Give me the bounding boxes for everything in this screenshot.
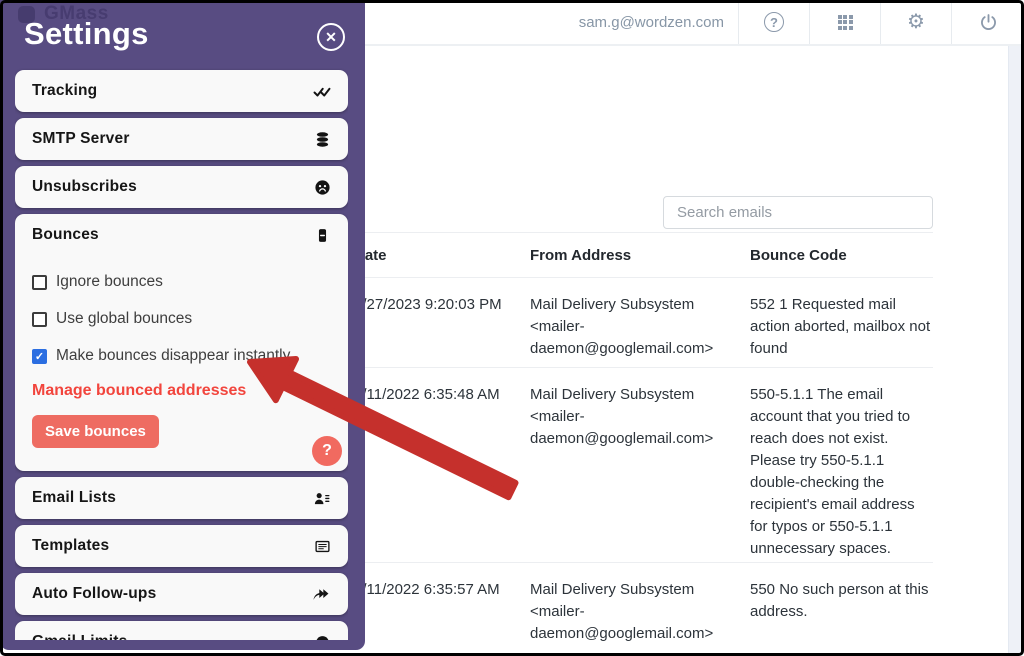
logout-button[interactable] bbox=[952, 0, 1024, 44]
close-button[interactable]: ✕ bbox=[317, 23, 345, 51]
checkbox-make-bounces-disappear[interactable]: ✓ Make bounces disappear instantly bbox=[32, 346, 348, 366]
person-list-icon bbox=[313, 490, 331, 507]
cell-date: 3/11/2022 6:35:57 AM bbox=[354, 579, 500, 601]
accordion-item-gmail-limits[interactable]: Gmail Limits bbox=[15, 621, 348, 640]
question-icon: ? bbox=[322, 442, 332, 460]
cell-date: 3/27/2023 9:20:03 PM bbox=[354, 294, 502, 316]
accordion-templates: Templates bbox=[15, 525, 348, 567]
cell-date: 3/11/2022 6:35:48 AM bbox=[354, 384, 500, 406]
settings-panel: GMass Settings ✕ Tracking SMTP Server bbox=[0, 0, 365, 650]
accordion-email-lists: Email Lists bbox=[15, 477, 348, 519]
database-icon bbox=[314, 131, 331, 148]
save-bounces-button[interactable]: Save bounces bbox=[32, 415, 159, 448]
checkbox-icon bbox=[32, 312, 47, 327]
help-icon: ? bbox=[764, 12, 784, 32]
column-header-bounce: Bounce Code bbox=[750, 247, 847, 264]
bounces-help-button[interactable]: ? bbox=[312, 436, 342, 466]
account-email: sam.g@wordzen.com bbox=[579, 0, 738, 44]
manage-bounced-addresses-link[interactable]: Manage bounced addresses bbox=[32, 382, 246, 400]
sad-face-icon bbox=[314, 179, 331, 196]
checkbox-icon: ✓ bbox=[32, 349, 47, 364]
cell-from: Mail Delivery Subsystem <mailer-daemon@g… bbox=[530, 294, 736, 360]
cell-from: Mail Delivery Subsystem <mailer-daemon@g… bbox=[530, 384, 736, 450]
panel-title: Settings bbox=[24, 16, 149, 52]
cell-bounce-code: 550-5.1.1 The email account that you tri… bbox=[750, 384, 936, 560]
accordion-item-tracking[interactable]: Tracking bbox=[15, 70, 348, 112]
checkbox-icon bbox=[32, 275, 47, 290]
accordion-gmail-limits: Gmail Limits bbox=[15, 621, 348, 640]
settings-accordion: Tracking SMTP Server Unsubsc bbox=[15, 62, 348, 640]
gear-icon: ⚙ bbox=[907, 12, 925, 32]
accordion-item-smtp-server[interactable]: SMTP Server bbox=[15, 118, 348, 160]
apps-grid-button[interactable] bbox=[810, 0, 880, 44]
clock-icon bbox=[314, 634, 331, 641]
accordion-unsubscribes: Unsubscribes bbox=[15, 166, 348, 208]
checkbox-use-global-bounces[interactable]: Use global bounces bbox=[32, 309, 348, 329]
cell-bounce-code: 550 No such person at this address. bbox=[750, 579, 936, 623]
accordion-item-email-lists[interactable]: Email Lists bbox=[15, 477, 348, 519]
accordion-item-unsubscribes[interactable]: Unsubscribes bbox=[15, 166, 348, 208]
column-header-from: From Address bbox=[530, 247, 631, 264]
accordion-item-templates[interactable]: Templates bbox=[15, 525, 348, 567]
template-icon bbox=[314, 538, 331, 555]
accordion-auto-follow-ups: Auto Follow-ups bbox=[15, 573, 348, 615]
help-button[interactable]: ? bbox=[739, 0, 809, 44]
settings-gear-button[interactable]: ⚙ bbox=[881, 0, 951, 44]
accordion-tracking: Tracking bbox=[15, 70, 348, 112]
power-icon bbox=[979, 13, 998, 32]
apps-grid-icon bbox=[838, 15, 853, 30]
checkbox-ignore-bounces[interactable]: Ignore bounces bbox=[32, 272, 348, 292]
search-input[interactable] bbox=[663, 196, 933, 229]
accordion-smtp: SMTP Server bbox=[15, 118, 348, 160]
accordion-bounces: Bounces Ignore bounces Use global bounce… bbox=[15, 214, 348, 471]
forward-arrow-icon bbox=[312, 586, 331, 602]
double-check-icon bbox=[313, 83, 331, 99]
close-icon: ✕ bbox=[325, 29, 337, 46]
minus-card-icon bbox=[314, 227, 331, 244]
accordion-item-bounces[interactable]: Bounces bbox=[15, 214, 348, 256]
cell-bounce-code: 552 1 Requested mail action aborted, mai… bbox=[750, 294, 936, 360]
bounces-settings: Ignore bounces Use global bounces ✓ Make… bbox=[15, 272, 348, 448]
page-scrollbar[interactable] bbox=[1008, 46, 1021, 653]
accordion-item-auto-follow-ups[interactable]: Auto Follow-ups bbox=[15, 573, 348, 615]
cell-from: Mail Delivery Subsystem <mailer-daemon@g… bbox=[530, 579, 736, 645]
